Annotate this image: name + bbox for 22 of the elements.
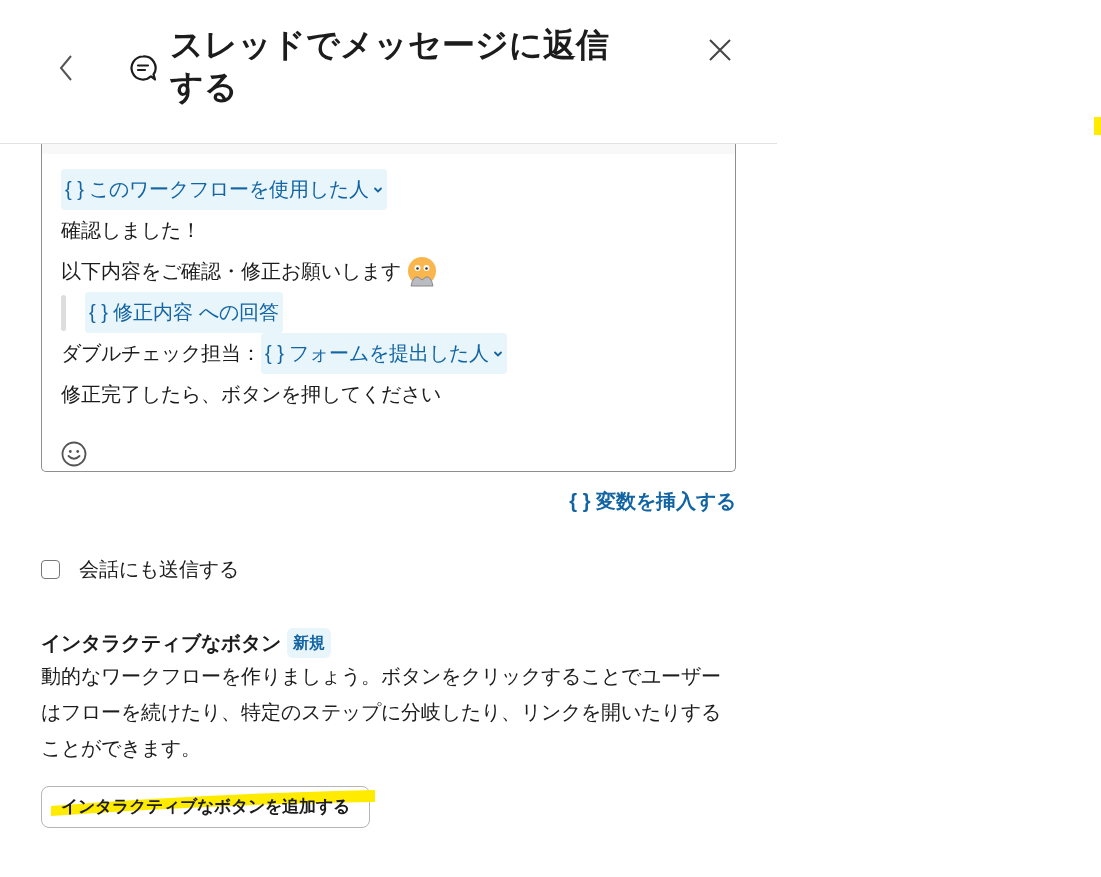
message-text: 確認しました！ xyxy=(61,218,201,243)
insert-variable-link[interactable]: { } 変数を挿入する xyxy=(569,486,736,516)
message-text: ダブルチェック担当： xyxy=(61,341,261,366)
close-icon xyxy=(709,39,731,61)
variable-chip[interactable]: { } 修正内容 への回答 xyxy=(85,292,284,333)
highlighter-mark xyxy=(1094,117,1101,135)
worried-face-icon xyxy=(405,254,439,289)
section-title: インタラクティブなボタン xyxy=(41,631,281,656)
thread-icon xyxy=(129,54,157,82)
emoji-icon[interactable] xyxy=(61,441,87,467)
new-badge: 新規 xyxy=(287,628,331,658)
message-text: 以下内容をご確認・修正お願いします xyxy=(61,259,401,284)
checkbox[interactable] xyxy=(41,559,60,579)
panel-title: スレッドでメッセージに返信する xyxy=(170,25,610,107)
quote-bar xyxy=(61,294,66,331)
variable-chip[interactable]: { } フォームを提出した人 xyxy=(261,333,508,374)
back-icon xyxy=(59,54,73,82)
section-description: 動的なワークフローを作りましょう。ボタンをクリックすることでユーザーはフローを続けたり、特定のステップに分岐したり、リンクを開いたりすることができます。 xyxy=(41,664,722,761)
variable-chip[interactable]: { } このワークフローを使用した人 xyxy=(61,169,388,210)
message-text: 修正完了したら、ボタンを押してください xyxy=(61,382,441,407)
message-editor[interactable]: { } このワークフローを使用した人 確認しました！ 以下内容をご確認・修正お願いします { } 修正内容 への回答 ダブルチェック担当： { } フォームを提出した人 修正完了したら、ボタンを押してください xyxy=(41,144,736,472)
checkbox-label: 会話にも送信する xyxy=(79,557,239,582)
